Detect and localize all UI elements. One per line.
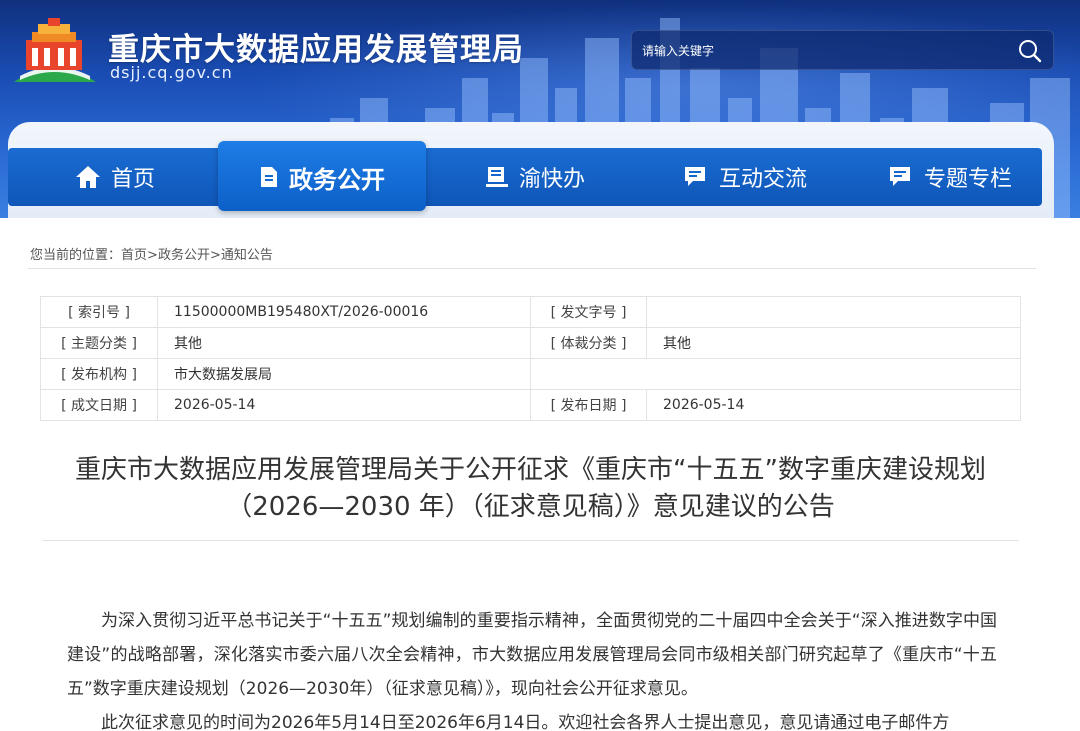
table-row: [ 主题分类 ] 其他 [ 体裁分类 ] 其他 bbox=[40, 327, 1021, 359]
nav-item-label: 首页 bbox=[110, 167, 155, 192]
nav-item-special-topics[interactable]: 专题专栏 bbox=[850, 148, 1050, 206]
document-meta-table: [ 索引号 ] 11500000MB195480XT/2026-00016 [ … bbox=[40, 296, 1021, 421]
meta-label: [ 索引号 ] bbox=[40, 296, 158, 328]
meta-value bbox=[530, 358, 1021, 390]
title-divider bbox=[42, 540, 1019, 541]
search-box bbox=[631, 30, 1054, 70]
breadcrumb-prefix: 您当前的位置： bbox=[30, 248, 122, 263]
meta-value: 2026-05-14 bbox=[157, 389, 531, 421]
article-paragraph: 为深入贯彻习近平总书记关于“十五五”规划编制的重要指示精神，全面贯彻党的二十届四… bbox=[67, 611, 997, 699]
search-input[interactable] bbox=[642, 39, 1002, 63]
meta-value: 其他 bbox=[646, 327, 1021, 359]
search-icon bbox=[1019, 40, 1042, 63]
document-icon bbox=[261, 167, 277, 187]
chat-icon bbox=[684, 167, 705, 186]
breadcrumb-separator: > bbox=[147, 248, 158, 263]
home-icon bbox=[75, 166, 100, 188]
search-button[interactable] bbox=[1017, 38, 1043, 64]
article-title-line: 重庆市大数据应用发展管理局关于公开征求《重庆市“十五五”数字重庆建设规划 bbox=[75, 455, 986, 485]
meta-value: 市大数据发展局 bbox=[157, 358, 531, 390]
article-paragraph: 此次征求意见的时间为2026年5月14日至2026年6月14日。欢迎社会各界人士… bbox=[101, 713, 950, 731]
meta-value: 其他 bbox=[157, 327, 531, 359]
meta-value: 2026-05-14 bbox=[646, 389, 1021, 421]
nav-item-interaction[interactable]: 互动交流 bbox=[640, 148, 850, 206]
nav-item-yukuaiban[interactable]: 渝快办 bbox=[430, 148, 640, 206]
topic-icon bbox=[889, 167, 910, 186]
site-logo[interactable] bbox=[8, 18, 100, 86]
breadcrumb-divider bbox=[28, 268, 1036, 269]
nav-item-label: 专题专栏 bbox=[923, 167, 1012, 192]
table-row: [ 成文日期 ] 2026-05-14 [ 发布日期 ] 2026-05-14 bbox=[40, 389, 1021, 421]
nav-item-label: 渝快办 bbox=[518, 167, 585, 192]
meta-label: [ 发布机构 ] bbox=[40, 358, 158, 390]
meta-label: [ 发布日期 ] bbox=[530, 389, 647, 421]
article-title-line: （2026—2030 年）（征求意见稿）》意见建议的公告 bbox=[226, 492, 835, 522]
breadcrumb-item-home[interactable]: 首页 bbox=[121, 248, 147, 263]
logo-emblem-icon bbox=[14, 18, 96, 82]
nav-item-government-affairs[interactable]: 政务公开 bbox=[218, 148, 426, 206]
breadcrumb-item-notices[interactable]: 通知公告 bbox=[221, 248, 273, 263]
meta-label: [ 成文日期 ] bbox=[40, 389, 158, 421]
breadcrumb-separator: > bbox=[209, 248, 221, 263]
nav-item-label: 互动交流 bbox=[718, 167, 807, 192]
meta-label: [ 发文字号 ] bbox=[530, 296, 647, 328]
meta-value: 11500000MB195480XT/2026-00016 bbox=[157, 296, 531, 328]
article-title: 重庆市大数据应用发展管理局关于公开征求《重庆市“十五五”数字重庆建设规划 （20… bbox=[40, 452, 1021, 526]
nav-item-label: 政务公开 bbox=[289, 165, 385, 194]
table-row: [ 发布机构 ] 市大数据发展局 bbox=[40, 358, 1021, 390]
meta-label: [ 体裁分类 ] bbox=[530, 327, 647, 359]
nav-item-home[interactable]: 首页 bbox=[20, 148, 210, 206]
meta-label: [ 主题分类 ] bbox=[40, 327, 158, 359]
meta-value bbox=[646, 296, 1021, 328]
site-domain: dsjj.cq.gov.cn bbox=[110, 63, 233, 82]
table-row: [ 索引号 ] 11500000MB195480XT/2026-00016 [ … bbox=[40, 296, 1021, 328]
breadcrumb-item-government-affairs[interactable]: 政务公开 bbox=[158, 248, 210, 263]
service-icon bbox=[485, 167, 508, 187]
breadcrumb: 您当前的位置：首页>政务公开>通知公告 bbox=[30, 244, 273, 263]
